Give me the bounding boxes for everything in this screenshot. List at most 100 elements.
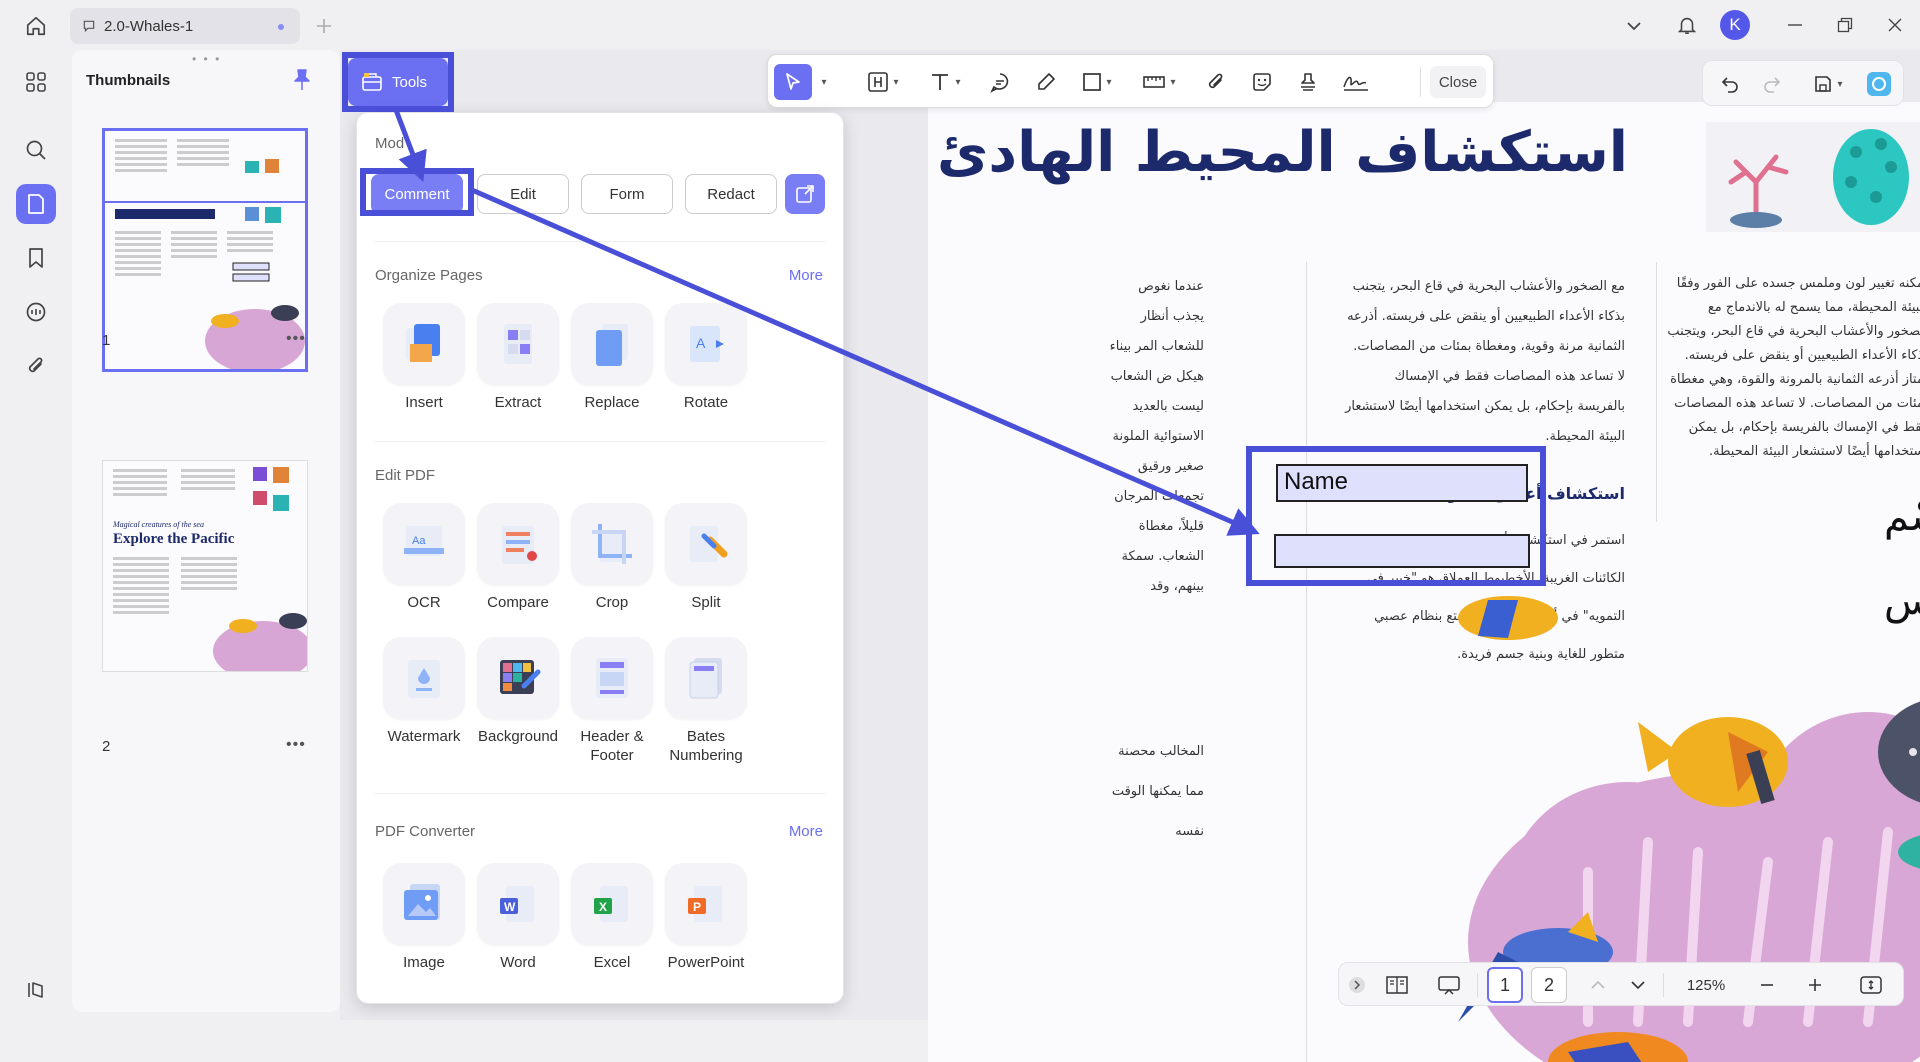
signature-tool[interactable] (1334, 64, 1378, 100)
cursor-icon (786, 73, 800, 90)
section-divider (375, 441, 825, 442)
coral-illustration (1706, 122, 1920, 232)
sticker-tool[interactable] (1242, 64, 1282, 100)
page-thumbnail-2[interactable]: Magical creatures of the sea Explore the… (102, 460, 308, 672)
document-tab[interactable]: 2.0-Whales-1 (70, 8, 300, 44)
attach-tool[interactable] (1196, 64, 1236, 100)
page-thumbnail-1[interactable] (102, 128, 308, 372)
ai-assistant-icon[interactable] (1861, 66, 1897, 102)
home-icon[interactable] (18, 11, 54, 41)
apps-grid-icon[interactable] (16, 62, 56, 102)
expand-bar-icon[interactable] (1345, 967, 1369, 1003)
organize-more-link[interactable]: More (789, 267, 823, 284)
resize-grip-icon[interactable]: • • • (192, 52, 221, 66)
collapse-sidebar-icon[interactable] (16, 970, 56, 1010)
column-divider (1656, 262, 1657, 522)
page-1-more-icon[interactable]: ••• (286, 330, 306, 348)
excel-icon: X (594, 886, 628, 922)
rotate-label: Rotate (683, 394, 729, 411)
ruler-icon (1143, 76, 1166, 88)
page-2-more-icon[interactable]: ••• (286, 736, 306, 754)
minimize-icon[interactable] (1780, 10, 1810, 40)
mode-form-button[interactable]: Form (581, 174, 673, 214)
bates-numbering-icon (689, 658, 722, 699)
select-tool-dropdown[interactable]: ▾ (812, 64, 832, 100)
header-footer-icon (596, 658, 628, 698)
text-box-icon (868, 72, 889, 92)
bates-numbering-tool[interactable]: Bates Numbering (651, 637, 761, 765)
annotation-toolbar: ▾ ▾ ▾ ▾ ▾ Close (767, 54, 1494, 108)
shape-tool[interactable]: ▾ (1072, 64, 1122, 100)
attachment-icon[interactable] (16, 346, 56, 386)
page-number-2: 2 (102, 738, 111, 755)
thumbnails-title: Thumbnails (86, 72, 171, 89)
toolbar-divider (1420, 67, 1421, 97)
text-column-middle: مع الصخور والأعشاب البحرية في قاع البحر،… (1345, 279, 1625, 444)
name-field-label: إسْم (1884, 494, 1920, 540)
highlight-tool[interactable] (1026, 64, 1066, 100)
page-navigation-bar: 1 2 125% (1338, 962, 1904, 1006)
converter-more-link[interactable]: More (789, 823, 823, 840)
left-icon-rail (0, 50, 72, 1020)
chevron-down-icon[interactable] (1620, 12, 1648, 40)
search-icon[interactable] (16, 130, 56, 170)
mode-edit-button[interactable]: Edit (477, 174, 569, 214)
rotate-tool[interactable]: A Rotate (651, 303, 761, 412)
close-window-icon[interactable] (1880, 10, 1910, 40)
bell-icon[interactable] (1672, 10, 1702, 40)
page-button-1[interactable]: 1 (1487, 967, 1523, 1003)
paperclip-icon (1208, 73, 1223, 89)
convert-powerpoint-tool[interactable]: P PowerPoint (651, 863, 761, 972)
thumbnails-page-icon[interactable] (16, 184, 56, 224)
new-tab-button[interactable] (310, 12, 338, 40)
powerpoint-icon: P (688, 886, 722, 922)
edit-pdf-section-title: Edit PDF (375, 467, 436, 484)
tools-panel: Mod Comment Edit Form Redact Organize Pa… (356, 112, 844, 1004)
redo-icon[interactable] (1755, 66, 1789, 102)
presentation-icon[interactable] (1431, 967, 1467, 1003)
restore-icon[interactable] (1830, 10, 1860, 40)
close-toolbar-button[interactable]: Close (1430, 66, 1486, 98)
save-icon[interactable]: ▾ (1803, 66, 1853, 102)
note-tool[interactable] (980, 64, 1020, 100)
mode-section-title: Mod (375, 135, 405, 152)
convert-powerpoint-label: PowerPoint (667, 954, 745, 971)
replace-icon (596, 324, 628, 366)
stamp-icon (1301, 73, 1315, 91)
page-number-1: 1 (102, 332, 111, 349)
avatar[interactable]: K (1720, 10, 1750, 40)
text-tool[interactable]: ▾ (920, 64, 970, 100)
bates-numbering-label: Bates Numbering (669, 728, 743, 764)
page-button-2[interactable]: 2 (1531, 967, 1567, 1003)
page-2-preview: Magical creatures of the sea Explore the… (103, 461, 307, 671)
fit-page-icon[interactable] (1851, 967, 1891, 1003)
select-tool[interactable] (774, 64, 812, 100)
stamp-tool[interactable] (1288, 64, 1328, 100)
measure-tool[interactable]: ▾ (1132, 64, 1186, 100)
chevron-up-icon[interactable] (1583, 967, 1613, 1003)
section-divider (375, 241, 825, 242)
marker-icon (1038, 73, 1055, 90)
form-field-highlight-box (1246, 446, 1546, 586)
sticker-icon (1253, 73, 1271, 91)
two-page-view-icon[interactable] (1379, 967, 1415, 1003)
zoom-out-icon[interactable] (1749, 967, 1785, 1003)
organize-section-title: Organize Pages (375, 267, 483, 284)
chevron-down-page-icon[interactable] (1623, 967, 1653, 1003)
split-tool[interactable]: Split (651, 503, 761, 612)
mode-redact-button[interactable]: Redact (685, 174, 777, 214)
undo-icon[interactable] (1713, 66, 1747, 102)
open-external-button[interactable] (785, 174, 825, 214)
svg-text:A: A (696, 335, 706, 351)
zoom-in-icon[interactable] (1797, 967, 1833, 1003)
pin-icon[interactable] (290, 68, 316, 94)
bar-divider (1663, 973, 1664, 997)
comments-list-icon[interactable] (16, 292, 56, 332)
zoom-level[interactable]: 125% (1673, 967, 1739, 1003)
image-icon (404, 884, 440, 920)
text-box-tool[interactable]: ▾ (858, 64, 908, 100)
gender-field-label: جِنْس (1884, 578, 1920, 624)
bookmark-icon[interactable] (16, 238, 56, 278)
split-label: Split (691, 594, 721, 611)
svg-text:Aa: Aa (412, 535, 426, 547)
